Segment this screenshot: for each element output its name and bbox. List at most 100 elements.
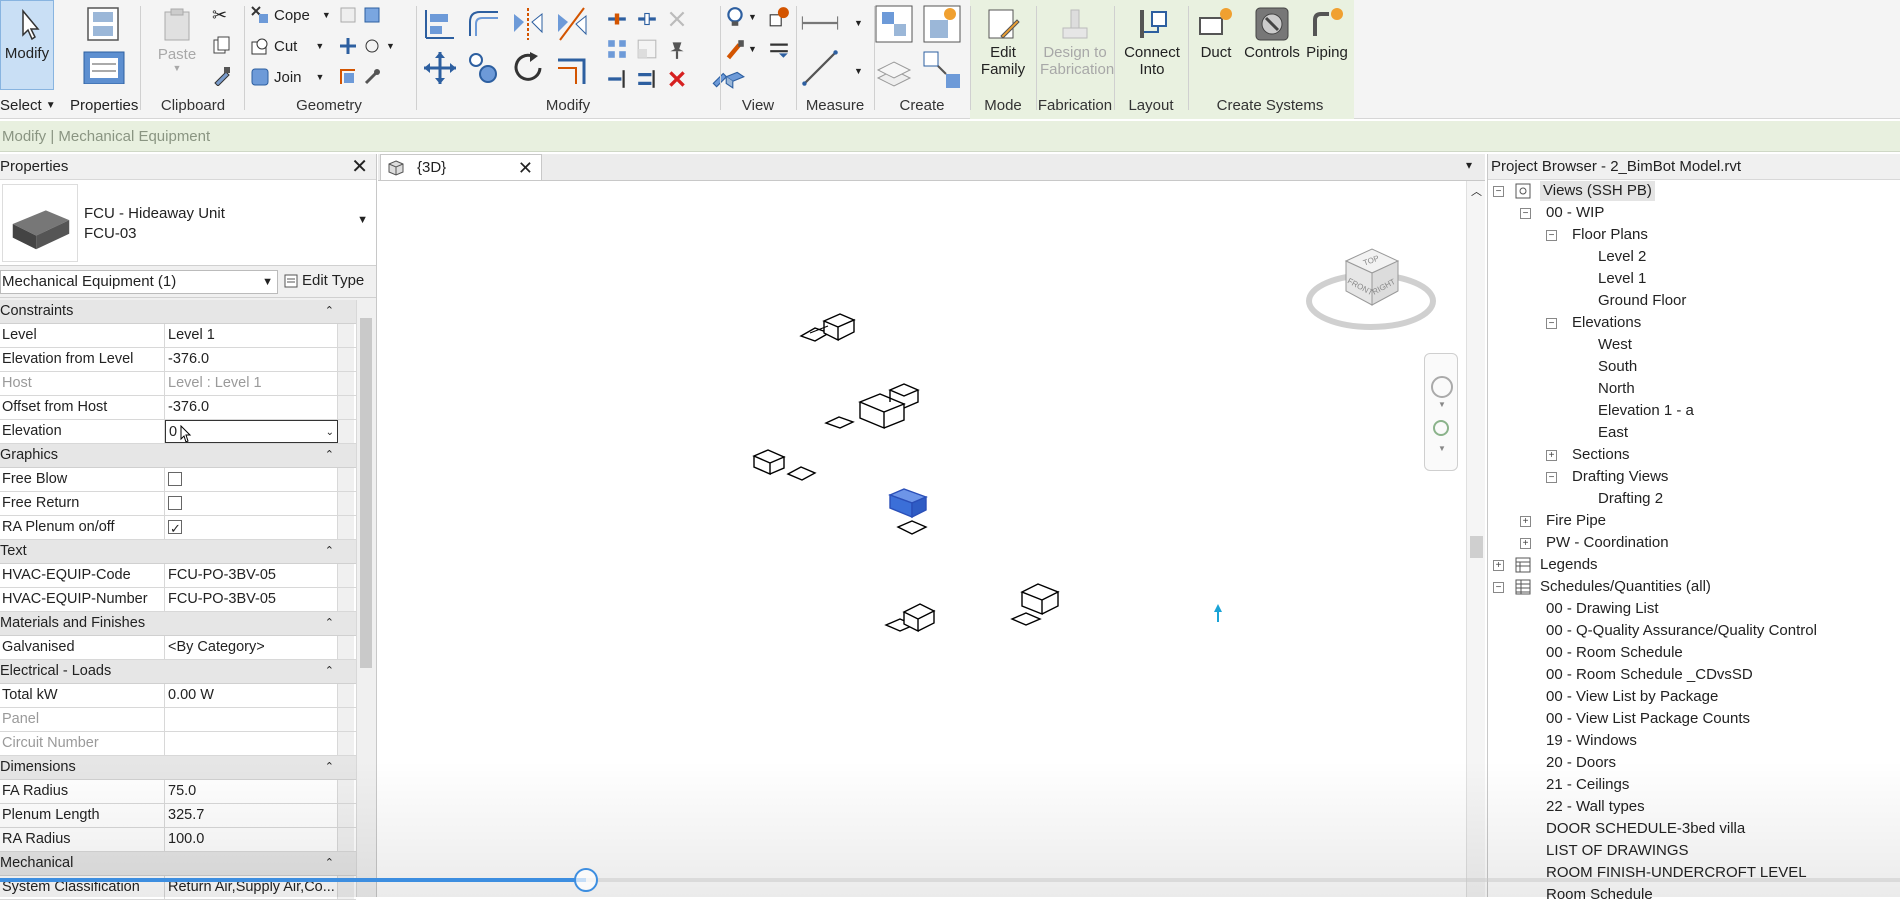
fcu-unit[interactable] bbox=[1010, 583, 1060, 626]
geom-tool-3-icon[interactable] bbox=[338, 67, 382, 87]
geom-tool-2-icon[interactable]: ▼ bbox=[338, 36, 395, 56]
expand-toggle[interactable]: + bbox=[1546, 450, 1557, 461]
tree-fire-pipe[interactable]: Fire Pipe bbox=[1546, 511, 1606, 531]
tree-north[interactable]: North bbox=[1598, 379, 1635, 399]
tree-schedule-item[interactable]: 00 - View List by Package bbox=[1546, 687, 1718, 707]
trim-single-icon[interactable] bbox=[606, 68, 628, 90]
expand-toggle[interactable]: + bbox=[1520, 516, 1531, 527]
category-dimensions[interactable]: Dimensions ⌃ bbox=[0, 756, 356, 780]
fcu-unit[interactable] bbox=[799, 313, 856, 342]
collapse-toggle[interactable]: − bbox=[1520, 208, 1531, 219]
tree-drafting-views[interactable]: Drafting Views bbox=[1572, 467, 1668, 487]
tab-3d-view[interactable]: {3D} ✕ bbox=[380, 154, 542, 180]
create-parts-icon[interactable] bbox=[874, 50, 914, 90]
cut-clip-icon[interactable]: ✂ bbox=[212, 5, 232, 25]
tree-schedule-item[interactable]: Room Schedule bbox=[1546, 885, 1653, 905]
prop-value[interactable]: -376.0 bbox=[165, 396, 338, 419]
chevron-down-icon[interactable]: ▼ bbox=[1438, 400, 1446, 409]
chevron-down-icon[interactable]: ⌄ bbox=[326, 421, 334, 442]
split-gap-icon[interactable] bbox=[636, 8, 658, 30]
array-icon[interactable] bbox=[606, 38, 628, 60]
collapse-toggle[interactable]: − bbox=[1546, 472, 1557, 483]
pin-icon[interactable] bbox=[666, 38, 688, 60]
tree-schedule-item[interactable]: 19 - Windows bbox=[1546, 731, 1637, 751]
tree-views[interactable]: Views (SSH PB) bbox=[1540, 181, 1655, 201]
elevation-dropdown[interactable]: 0 ⌄ bbox=[165, 420, 338, 443]
prop-value[interactable]: 325.7 bbox=[165, 804, 338, 827]
viewport-scrollbar[interactable]: ︿ bbox=[1466, 181, 1485, 897]
controls-button[interactable]: Controls bbox=[1244, 0, 1300, 61]
tree-schedule-item[interactable]: 20 - Doors bbox=[1546, 753, 1616, 773]
move-icon[interactable] bbox=[422, 50, 458, 86]
tab-options-icon[interactable]: ▾ bbox=[1466, 158, 1472, 172]
paintbrush-icon[interactable] bbox=[724, 38, 746, 60]
duct-view-icon[interactable] bbox=[724, 68, 746, 90]
prop-value[interactable]: -376.0 bbox=[165, 348, 338, 371]
split-icon[interactable] bbox=[606, 8, 628, 30]
free-return-checkbox[interactable] bbox=[168, 496, 182, 510]
collapse-toggle[interactable]: − bbox=[1546, 230, 1557, 241]
edit-family-button[interactable]: Edit Family bbox=[978, 0, 1028, 78]
tree-elevation-1a[interactable]: Elevation 1 - a bbox=[1598, 401, 1694, 421]
fcu-unit[interactable] bbox=[824, 383, 920, 430]
instance-filter-dropdown[interactable]: Mechanical Equipment (1) ▼ bbox=[0, 270, 278, 294]
ra-plenum-checkbox[interactable] bbox=[168, 517, 182, 539]
collapse-toggle[interactable]: − bbox=[1546, 318, 1557, 329]
measure-icon[interactable] bbox=[800, 48, 840, 88]
tree-west[interactable]: West bbox=[1598, 335, 1632, 355]
zoom-icon[interactable] bbox=[1433, 420, 1449, 436]
trim-multiple-icon[interactable] bbox=[636, 68, 658, 90]
fcu-unit[interactable] bbox=[752, 449, 817, 481]
prop-value[interactable]: 100.0 bbox=[165, 828, 338, 851]
properties-scrollbar[interactable] bbox=[356, 300, 374, 897]
cut-button[interactable]: Cut ▼ bbox=[250, 36, 324, 56]
match-properties-icon[interactable] bbox=[212, 66, 232, 86]
free-blow-checkbox[interactable] bbox=[168, 472, 182, 486]
type-selector[interactable]: FCU - Hideaway Unit FCU-03 ▼ bbox=[0, 180, 376, 266]
tree-east[interactable]: East bbox=[1598, 423, 1628, 443]
mirror-draw-axis-icon[interactable] bbox=[554, 6, 590, 42]
rotate-icon[interactable] bbox=[510, 50, 546, 86]
prop-value[interactable]: <By Category> bbox=[165, 636, 338, 659]
tree-floor-plans[interactable]: Floor Plans bbox=[1572, 225, 1648, 245]
category-materials[interactable]: Materials and Finishes ⌃ bbox=[0, 612, 356, 636]
category-mechanical[interactable]: Mechanical ⌃ bbox=[0, 852, 356, 876]
tree-drafting-2[interactable]: Drafting 2 bbox=[1598, 489, 1663, 509]
tree-legends[interactable]: Legends bbox=[1540, 555, 1598, 575]
copy-clip-icon[interactable] bbox=[212, 35, 232, 55]
category-electrical-loads[interactable]: Electrical - Loads ⌃ bbox=[0, 660, 356, 684]
tree-pw-coordination[interactable]: PW - Coordination bbox=[1546, 533, 1669, 553]
create-assembly-icon[interactable] bbox=[922, 4, 962, 44]
category-graphics[interactable]: Graphics ⌃ bbox=[0, 444, 356, 468]
paste-button[interactable]: Paste ▼ bbox=[152, 0, 202, 73]
fcu-unit[interactable] bbox=[884, 603, 936, 633]
modify-button[interactable]: Modify bbox=[0, 0, 54, 90]
scale-icon[interactable] bbox=[636, 38, 658, 60]
tree-schedule-item[interactable]: 21 - Ceilings bbox=[1546, 775, 1629, 795]
prop-value[interactable]: Level 1 bbox=[165, 324, 338, 347]
edit-type-button[interactable]: Edit Type bbox=[284, 270, 364, 292]
tree-schedule-item[interactable]: DOOR SCHEDULE-3bed villa bbox=[1546, 819, 1745, 839]
unpin-icon[interactable] bbox=[666, 8, 688, 30]
fcu-unit-selected[interactable] bbox=[888, 488, 928, 535]
playback-knob[interactable] bbox=[574, 868, 598, 892]
create-group-icon[interactable] bbox=[874, 4, 914, 44]
aligned-dimension-icon[interactable] bbox=[800, 12, 840, 34]
properties-button[interactable] bbox=[76, 0, 132, 84]
trim-extend-icon[interactable] bbox=[554, 50, 590, 86]
playback-scrubber[interactable] bbox=[0, 868, 1900, 892]
3d-viewport[interactable]: TOP FRONT RIGHT ▼ ▼ bbox=[378, 181, 1466, 897]
category-text[interactable]: Text ⌃ bbox=[0, 540, 356, 564]
tree-south[interactable]: South bbox=[1598, 357, 1637, 377]
scroll-up-icon[interactable]: ︿ bbox=[1471, 183, 1482, 199]
category-constraints[interactable]: Constraints ⌃ bbox=[0, 300, 356, 324]
prop-value[interactable]: 0.00 W bbox=[165, 684, 338, 707]
tree-schedule-item[interactable]: 00 - Q-Quality Assurance/Quality Control bbox=[1546, 621, 1817, 641]
tree-schedule-item[interactable]: 00 - Room Schedule _CDvsSD bbox=[1546, 665, 1753, 685]
copy-icon[interactable] bbox=[466, 50, 502, 86]
tree-schedule-item[interactable]: LIST OF DRAWINGS bbox=[1546, 841, 1689, 861]
mirror-pick-axis-icon[interactable] bbox=[510, 6, 546, 42]
prop-value[interactable]: FCU-PO-3BV-05 bbox=[165, 564, 338, 587]
collapse-toggle[interactable]: − bbox=[1493, 582, 1504, 593]
tree-schedule-item[interactable]: 00 - View List Package Counts bbox=[1546, 709, 1750, 729]
